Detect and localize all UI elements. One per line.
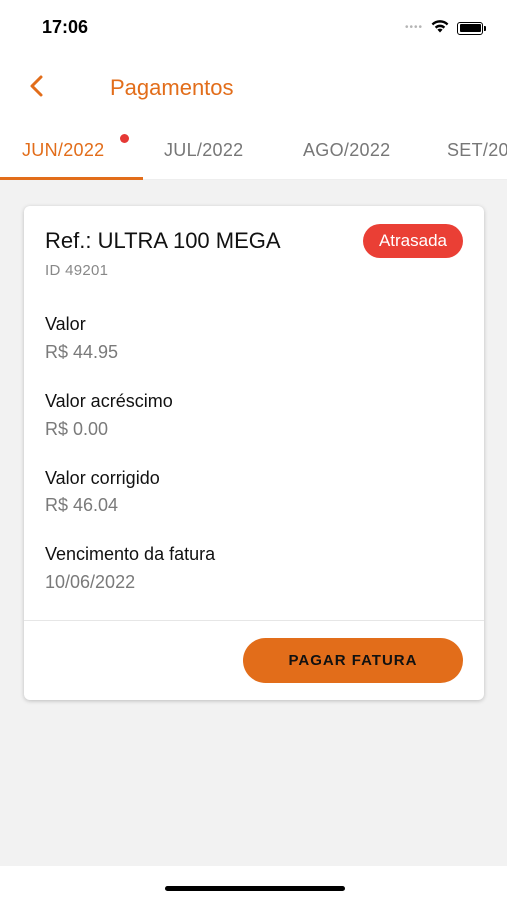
- status-badge: Atrasada: [362, 224, 463, 258]
- field-value-valor-acrescimo: R$ 0.00: [45, 419, 109, 439]
- battery-icon: [457, 21, 486, 35]
- invoice-card: Ref.: ULTRA 100 MEGA Atrasada ID 49201 V…: [24, 206, 484, 700]
- chevron-left-icon: [28, 74, 44, 103]
- battery-level: [459, 24, 481, 32]
- status-icons: ••••: [404, 18, 486, 38]
- invoice-id: ID 49201: [45, 262, 109, 279]
- app-header: Pagamentos: [0, 52, 507, 122]
- status-time: 17:06: [42, 17, 89, 37]
- home-indicator[interactable]: [165, 886, 345, 891]
- wifi-icon: [430, 18, 450, 38]
- field-label-vencimento: Vencimento da fatura: [45, 544, 216, 564]
- field-label-valor: Valor: [45, 314, 86, 334]
- notification-dot: [120, 134, 129, 143]
- field-value-valor: R$ 44.95: [45, 342, 119, 362]
- pay-invoice-button[interactable]: PAGAR FATURA: [243, 638, 463, 683]
- field-label-valor-acrescimo: Valor acréscimo: [45, 391, 173, 411]
- field-value-vencimento: 10/06/2022: [45, 572, 136, 592]
- status-bar: 17:06 ••••: [0, 0, 507, 52]
- active-tab-indicator: [0, 177, 143, 180]
- tab-jun-2022[interactable]: JUN/2022: [22, 140, 104, 161]
- card-divider: [24, 620, 484, 621]
- back-button[interactable]: [22, 74, 50, 102]
- invoice-title: Ref.: ULTRA 100 MEGA: [45, 228, 281, 253]
- tab-jul-2022[interactable]: JUL/2022: [164, 140, 243, 161]
- field-value-valor-corrigido: R$ 46.04: [45, 495, 119, 515]
- home-area: [0, 866, 507, 900]
- field-label-valor-corrigido: Valor corrigido: [45, 468, 160, 488]
- signal-dots-icon: ••••: [404, 22, 423, 33]
- tab-set-2022[interactable]: SET/20: [447, 140, 507, 161]
- page-title: Pagamentos: [110, 75, 234, 100]
- month-tabs: JUN/2022 JUL/2022 AGO/2022 SET/20: [0, 122, 507, 180]
- tab-ago-2022[interactable]: AGO/2022: [303, 140, 390, 161]
